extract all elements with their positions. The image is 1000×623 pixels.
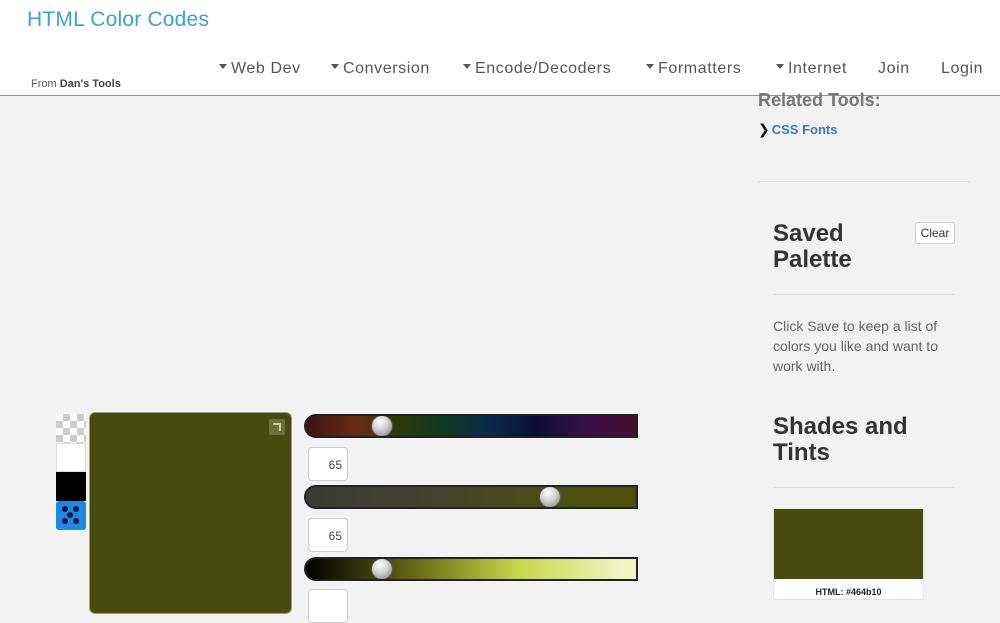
saved-palette-text: Click Save to keep a list of colors you … [773, 318, 938, 374]
expand-icon[interactable] [269, 419, 285, 435]
dice-dot [62, 518, 68, 524]
caret-down-icon [776, 64, 784, 70]
random-color-icon[interactable] [56, 501, 86, 530]
related-tools-heading: Related Tools: [758, 90, 881, 110]
hue-slider[interactable] [304, 414, 638, 438]
nav-internet[interactable]: Internet [776, 60, 847, 78]
related-link-css-fonts[interactable]: ❯ CSS Fonts [758, 121, 837, 138]
shade-card[interactable]: HTML: #464b10 [773, 508, 924, 600]
site-header: HTML Color Codes From Dan's Tools Web De… [0, 0, 1000, 96]
swatch-column [56, 414, 86, 530]
nav-label: Web Dev [231, 60, 301, 77]
nav-label: Join [878, 60, 910, 77]
caret-down-icon [646, 64, 654, 70]
from-prefix: From [31, 78, 57, 90]
from-dans-tools[interactable]: From Dan's Tools [31, 78, 121, 90]
nav-label: Login [941, 60, 984, 77]
black-swatch[interactable] [56, 472, 86, 501]
shade-label: HTML: #464b10 [815, 587, 882, 597]
nav-label: Encode/Decoders [475, 60, 612, 77]
saturation-slider[interactable] [304, 485, 638, 509]
hue-slider-handle[interactable] [370, 416, 393, 436]
shades-tints-heading: Shades and Tints [773, 413, 908, 466]
white-swatch[interactable] [56, 443, 86, 472]
nav-web-dev[interactable]: Web Dev [219, 60, 301, 78]
chevron-right-icon: ❯ [758, 121, 770, 137]
lightness-value-input[interactable] [308, 589, 348, 623]
saved-palette-heading: Saved Palette [773, 220, 852, 273]
nav-label: Conversion [343, 60, 430, 77]
from-site-name[interactable]: Dan's Tools [60, 78, 121, 90]
lightness-slider[interactable] [304, 557, 638, 581]
nav-formatters[interactable]: Formatters [646, 60, 741, 78]
hue-value-input[interactable]: 65 [308, 447, 348, 481]
caret-down-icon [219, 64, 227, 70]
clear-button[interactable]: Clear [915, 222, 955, 244]
divider [773, 294, 955, 295]
saturation-slider-handle[interactable] [539, 487, 562, 507]
divider [773, 487, 955, 488]
shade-swatch[interactable] [774, 509, 923, 579]
saturation-value-input[interactable]: 65 [308, 518, 348, 552]
caret-down-icon [331, 64, 339, 70]
divider [758, 181, 970, 182]
nav-label: Formatters [658, 60, 742, 77]
caret-down-icon [463, 64, 471, 70]
site-title[interactable]: HTML Color Codes [27, 8, 209, 32]
dice-dot [62, 506, 68, 512]
related-link-label: CSS Fonts [771, 122, 838, 137]
color-preview [89, 412, 292, 614]
nav-encode-decoders[interactable]: Encode/Decoders [463, 60, 611, 78]
nav-label: Internet [788, 60, 848, 77]
lightness-slider-handle[interactable] [370, 559, 393, 579]
nav-conversion[interactable]: Conversion [331, 60, 430, 78]
dice-dot [73, 518, 79, 524]
transparent-swatch[interactable] [56, 414, 86, 443]
dice-dot [73, 506, 79, 512]
dice-dot [67, 512, 73, 518]
nav-login[interactable]: Login [941, 60, 983, 78]
nav-join[interactable]: Join [878, 60, 910, 78]
